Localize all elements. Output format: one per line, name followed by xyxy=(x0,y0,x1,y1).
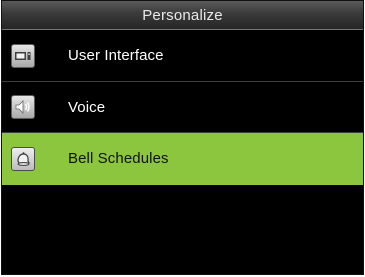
menu-item-label: User Interface xyxy=(68,47,164,64)
personalize-screen: Personalize User Interface Voice Bell Sc… xyxy=(1,0,364,275)
bell-icon xyxy=(11,147,35,171)
menu-list: User Interface Voice Bell Schedules xyxy=(2,30,363,185)
menu-item-label: Bell Schedules xyxy=(68,150,169,167)
speaker-icon xyxy=(11,95,35,119)
menu-item-bell-schedules[interactable]: Bell Schedules xyxy=(2,133,363,185)
title-bar: Personalize xyxy=(2,1,363,30)
menu-item-label: Voice xyxy=(68,98,106,116)
page-title: Personalize xyxy=(142,7,223,24)
display-icon xyxy=(11,44,35,68)
menu-item-voice[interactable]: Voice xyxy=(2,82,363,133)
menu-item-user-interface[interactable]: User Interface xyxy=(2,30,363,82)
